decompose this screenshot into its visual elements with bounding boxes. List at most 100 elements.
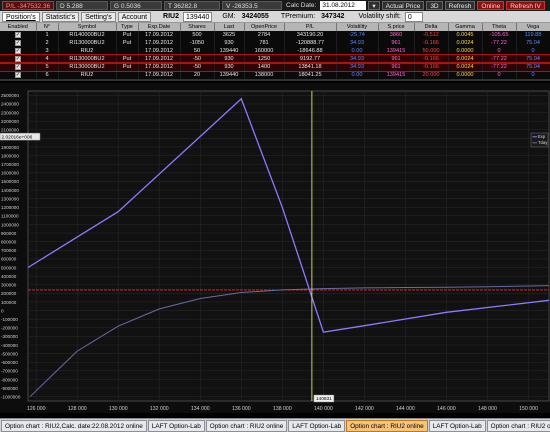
cell-gamma: 0.0024 <box>448 39 483 47</box>
cell-sprice: 961 <box>378 39 415 47</box>
table-row[interactable]: ✓ 6 RIU2 17.09.2012 20 139440 138000 18041.25 0.… <box>0 71 550 79</box>
y-tick-label: 300000 <box>1 283 17 288</box>
cell-open: 138000 <box>244 71 285 79</box>
taskbar-item[interactable]: Option chart : RIU2 online <box>346 419 428 432</box>
y-tick-label: 2400000 <box>1 102 19 107</box>
x-tick-label: 144 000 <box>396 406 415 412</box>
table-row[interactable]: ✓ 5 RI130000BU2 Put 17.09.2012 -50 930 1400 1384… <box>0 62 550 72</box>
cell-symbol: RI140000BU2 <box>58 31 117 39</box>
cell-type: Put <box>116 63 139 71</box>
column-header[interactable]: Theta <box>482 23 517 31</box>
cell-shares: -1050 <box>180 39 215 47</box>
taskbar-item[interactable]: Option chart : RIU2 online <box>486 419 550 432</box>
cell-open: 781 <box>244 39 285 47</box>
actual-price-button[interactable]: Actual Price <box>381 1 425 10</box>
enabled-checkbox[interactable]: ✓ <box>14 55 21 62</box>
column-header[interactable]: S.price <box>378 23 415 31</box>
enabled-checkbox[interactable]: ✓ <box>14 31 21 38</box>
enabled-cell: ✓ <box>0 31 37 39</box>
column-header[interactable]: Gamma <box>448 23 483 31</box>
column-header[interactable]: Volatility <box>336 23 379 31</box>
positions-table: Enabled N° Symbol Type Exp.Date Shares Last Ope… <box>0 23 550 81</box>
price-field[interactable]: 139440 <box>182 11 213 22</box>
vega-value: V -26353.5 <box>222 1 282 10</box>
y-tick-label: -300000 <box>1 334 18 339</box>
x-tick-label: 136 000 <box>232 406 251 412</box>
cell-last: 139440 <box>214 71 245 79</box>
y-tick-label: 900000 <box>1 231 17 236</box>
calc-date-input[interactable]: 31.08.2012 <box>320 1 367 10</box>
tab-statistics[interactable]: Statistic's <box>41 11 80 22</box>
table-row[interactable]: ✓ 4 RI130000BU2 Put 17.09.2012 -50 930 1250 9192… <box>0 54 550 64</box>
y-tick-label: 2300000 <box>1 110 19 115</box>
cell-vega: 75.04 <box>516 39 550 47</box>
plot-area[interactable] <box>27 90 550 402</box>
enabled-cell: ✓ <box>0 47 37 55</box>
cell-shares: 50 <box>180 47 215 55</box>
legend-label: Exp <box>538 134 546 139</box>
cell-symbol: RI130000BU2 <box>58 63 117 71</box>
enabled-checkbox[interactable]: ✓ <box>14 63 21 70</box>
column-header[interactable]: Exp.Date <box>138 23 181 31</box>
tab-settings[interactable]: Setting's <box>81 11 116 22</box>
taskbar-item[interactable]: Option chart : RIU2 online <box>205 419 288 432</box>
y-tick-label: -600000 <box>1 360 18 365</box>
cell-shares: -50 <box>180 63 215 71</box>
y-tick-label: -900000 <box>1 386 18 391</box>
column-header[interactable]: Vega <box>516 23 550 31</box>
y-tick-label: 1700000 <box>1 162 19 167</box>
3d-button[interactable]: 3D <box>426 1 443 10</box>
column-header[interactable]: Shares <box>180 23 215 31</box>
taskbar-item[interactable]: Option chart : RIU2,Calc. date:22.08.201… <box>1 419 147 432</box>
cell-delta: -0.166 <box>414 63 449 71</box>
column-header[interactable]: Enabled <box>0 23 37 31</box>
y-tick-label: 500000 <box>1 265 17 270</box>
taskbar-item[interactable]: LAFT Option-Lab <box>147 419 205 432</box>
y-tick-label: -100000 <box>1 317 18 322</box>
cell-n: 5 <box>36 63 59 71</box>
enabled-checkbox[interactable]: ✓ <box>14 47 21 54</box>
cell-vol: 34.93 <box>336 63 379 71</box>
dropdown-arrow-icon[interactable]: ▾ <box>368 1 380 10</box>
params-bar: Position's Statistic's Setting's Account… <box>0 11 550 23</box>
vol-shift-input[interactable]: 0 <box>404 11 423 22</box>
enabled-checkbox[interactable]: ✓ <box>14 71 21 78</box>
table-row[interactable]: ✓ 1 RI140000BU2 Put 17.09.2012 500 3625 2784 343… <box>0 31 550 39</box>
column-header[interactable]: OpenPrice <box>244 23 285 31</box>
tab-positions[interactable]: Position's <box>2 11 40 22</box>
tab-account[interactable]: Account <box>117 11 152 22</box>
y-tick-label: 1900000 <box>1 145 19 150</box>
pl-chart[interactable]: 2500000 2400000 2300000 2200000 2100000 20000… <box>0 83 550 413</box>
x-tick-label: 142 000 <box>355 406 374 412</box>
cell-pl: 343190.20 <box>284 31 337 39</box>
column-header[interactable]: Last <box>214 23 245 31</box>
table-row[interactable]: ✓ 3 RIU2 17.09.2012 50 139440 160000 -18646.88 0… <box>0 47 550 55</box>
tpremium-value: 347342 <box>321 13 345 20</box>
x-tick-label: 134 000 <box>191 406 210 412</box>
column-header[interactable]: Symbol <box>58 23 117 31</box>
enabled-cell: ✓ <box>0 63 37 71</box>
table-row[interactable]: ✓ 2 RI130000BU2 Put 17.09.2012 -1050 930 781 -12… <box>0 39 550 47</box>
y-tick-label: 1300000 <box>1 196 19 201</box>
y-tick-label: 400000 <box>1 274 17 279</box>
x-tick-label: 138 000 <box>273 406 292 412</box>
enabled-checkbox[interactable]: ✓ <box>14 39 21 46</box>
cell-symbol: RIU2 <box>58 71 117 79</box>
cell-theta: -77.22 <box>482 55 517 63</box>
refresh-iv-button[interactable]: Refresh IV <box>506 1 545 10</box>
y-marker-label: 2.02016e+006 <box>2 134 33 140</box>
refresh-button[interactable]: Refresh <box>444 1 476 10</box>
y-tick-label: 700000 <box>1 248 17 253</box>
cell-delta: 20.000 <box>414 71 449 79</box>
taskbar-item[interactable]: LAFT Option-Lab <box>288 419 346 432</box>
x-tick-label: 146 000 <box>437 406 456 412</box>
taskbar-item[interactable]: LAFT Option-Lab <box>428 419 486 432</box>
column-header[interactable]: Delta <box>414 23 449 31</box>
theta-value: T 36282.8 <box>164 1 220 10</box>
column-header[interactable]: N° <box>36 23 59 31</box>
cell-vol: 34.93 <box>336 55 379 63</box>
y-tick-label: 600000 <box>1 257 17 262</box>
online-button[interactable]: Online <box>477 1 505 10</box>
column-header[interactable]: Type <box>116 23 139 31</box>
column-header[interactable]: P/L <box>284 23 337 31</box>
